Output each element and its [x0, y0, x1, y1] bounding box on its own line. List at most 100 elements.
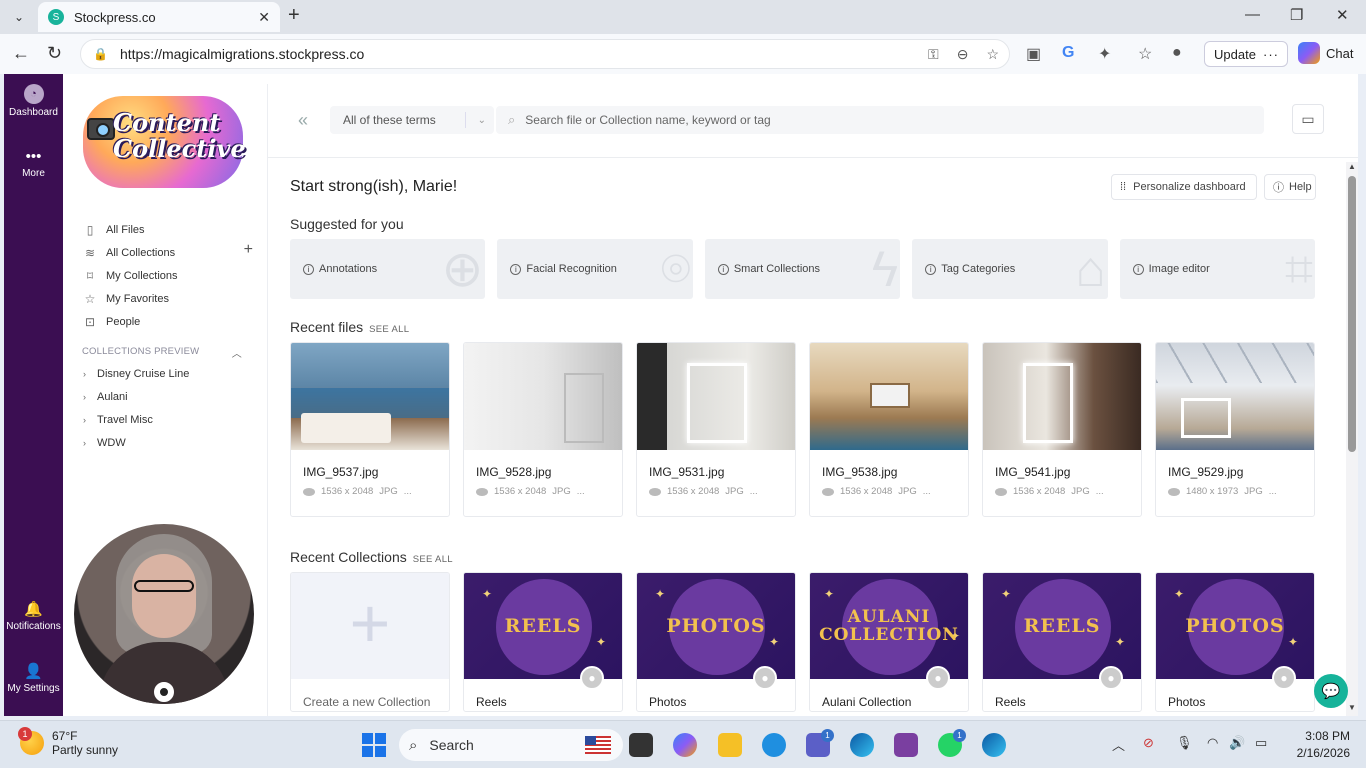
grid-icon: ⁞⁞ — [1120, 181, 1127, 193]
favorites-icon[interactable]: ☆ — [1138, 44, 1152, 64]
close-window-icon[interactable]: ✕ — [1336, 6, 1349, 24]
clipchamp-icon[interactable] — [894, 733, 918, 757]
update-button[interactable]: Update ··· — [1204, 41, 1288, 67]
help-button[interactable]: ⓘ Help — [1264, 174, 1316, 200]
personalize-dashboard-button[interactable]: ⁞⁞ Personalize dashboard — [1111, 174, 1257, 200]
scrollbar-thumb[interactable] — [1348, 176, 1356, 452]
collection-preview-item[interactable]: › Aulani — [83, 385, 243, 408]
sidebar-item-all-collections[interactable]: ≋ All Collections + — [83, 241, 253, 264]
sidebar-item-all-files[interactable]: ▯ All Files — [83, 218, 253, 241]
help-app-icon[interactable] — [762, 733, 786, 757]
whatsapp-icon[interactable]: 1 — [938, 729, 966, 757]
recent-collections-see-all-link[interactable]: SEE ALL — [413, 554, 453, 565]
search-terms-select[interactable]: All of these terms ⌄ — [330, 106, 494, 134]
file-card[interactable]: IMG_9529.jpg 1480 x 1973 JPG... — [1155, 342, 1315, 517]
file-card[interactable]: IMG_9537.jpg 1536 x 2048 JPG... — [290, 342, 450, 517]
collection-card[interactable]: ✦ ✦ REELS ● Reels — [982, 572, 1142, 712]
suggestion-facial-recognition[interactable]: i Facial Recognition ⌾ — [497, 239, 693, 299]
collection-card[interactable]: ✦ ✦ REELS ● Reels — [463, 572, 623, 712]
add-collection-icon[interactable]: + — [244, 241, 253, 259]
main-scrollbar[interactable]: ▲ ▼ — [1346, 162, 1358, 716]
edge-profile-icon[interactable] — [982, 733, 1006, 757]
extensions-puzzle-icon[interactable]: ✦ — [1098, 44, 1111, 64]
chevron-up-icon[interactable]: ︿ — [1112, 735, 1125, 754]
microphone-icon[interactable]: 🎙 — [1176, 735, 1193, 751]
copilot-icon — [1298, 42, 1320, 64]
suggestion-annotations[interactable]: i Annotations ⊕ — [290, 239, 486, 299]
support-chat-button[interactable]: 💬 — [1314, 674, 1348, 708]
copilot-chat-button[interactable]: Chat — [1298, 42, 1353, 64]
close-tab-icon[interactable]: ✕ — [258, 9, 270, 26]
collection-card[interactable]: ✦ ✦ AULANI COLLECTION ● Aulani Collection — [809, 572, 969, 712]
scroll-down-icon[interactable]: ▼ — [1348, 703, 1356, 712]
search-terms-value: All of these terms — [343, 113, 436, 127]
volume-icon[interactable]: 🔊 — [1229, 735, 1245, 751]
refresh-icon[interactable]: ↻ — [47, 43, 62, 64]
google-extension-icon[interactable]: G — [1062, 44, 1074, 62]
sidebar-item-my-collections[interactable]: ⌑ My Collections — [83, 264, 253, 287]
collection-preview-item[interactable]: › Travel Misc — [83, 408, 243, 431]
rail-more[interactable]: ••• More — [4, 148, 63, 179]
collection-preview-item[interactable]: › Disney Cruise Line — [83, 362, 243, 385]
key-icon[interactable]: ⚿ — [928, 46, 939, 63]
more-options-icon[interactable]: ··· — [1263, 47, 1279, 62]
recent-files-see-all-link[interactable]: SEE ALL — [369, 324, 409, 335]
tab-actions-menu-icon[interactable]: ⌄ — [6, 5, 32, 29]
system-clock[interactable]: 3:08 PM 2/16/2026 — [1290, 728, 1350, 762]
weather-widget[interactable]: 1 67°F Partly sunny — [18, 727, 118, 757]
profile-avatar-icon[interactable]: ● — [1172, 44, 1182, 62]
collections-preview-header[interactable]: COLLECTIONS PREVIEW ︿ — [82, 345, 242, 360]
wifi-icon[interactable]: ◠ — [1207, 735, 1218, 751]
collapse-sidebar-icon[interactable]: « — [298, 110, 308, 131]
minimize-icon[interactable]: — — [1245, 6, 1260, 23]
rail-notifications[interactable]: 🔔 Notifications — [4, 600, 63, 632]
url-text: https://magicalmigrations.stockpress.co — [119, 46, 365, 62]
back-icon[interactable]: ← — [12, 43, 30, 64]
create-collection-card[interactable]: + Create a new Collection — [290, 572, 450, 712]
file-card[interactable]: IMG_9531.jpg 1536 x 2048 JPG... — [636, 342, 796, 517]
file-card[interactable]: IMG_9538.jpg 1536 x 2048 JPG... — [809, 342, 969, 517]
chevron-down-icon: ⌄ — [477, 114, 486, 126]
file-card[interactable]: IMG_9541.jpg 1536 x 2048 JPG... — [982, 342, 1142, 517]
restore-icon[interactable]: ❐ — [1290, 6, 1303, 24]
content-collective-logo[interactable]: Content Collective — [83, 96, 246, 188]
folder-view-button[interactable]: ▭ — [1292, 104, 1324, 134]
chevron-up-icon[interactable]: ︿ — [232, 345, 242, 360]
security-icon[interactable]: ⊘ — [1143, 735, 1154, 751]
collection-card[interactable]: ✦ ✦ PHOTOS ● Photos — [636, 572, 796, 712]
favorite-star-icon[interactable]: ☆ — [986, 46, 999, 63]
taskbar-search[interactable]: ⌕ Search — [399, 729, 623, 761]
file-explorer-icon[interactable] — [718, 733, 742, 757]
folder-icon: ▭ — [1301, 110, 1315, 127]
file-thumbnail — [291, 343, 449, 450]
collection-preview-item[interactable]: › WDW — [83, 431, 243, 454]
collection-card[interactable]: ✦ ✦ PHOTOS ● Photos — [1155, 572, 1315, 712]
search-placeholder: Search file or Collection name, keyword … — [525, 113, 771, 127]
copilot-app-icon[interactable] — [673, 733, 697, 757]
file-card[interactable]: IMG_9528.jpg 1536 x 2048 JPG... — [463, 342, 623, 517]
sidebar-item-people[interactable]: ⊡ People — [83, 310, 253, 333]
task-view-icon[interactable] — [629, 733, 653, 757]
rail-settings[interactable]: 👤 My Settings — [4, 662, 63, 694]
teams-icon[interactable]: 1 — [806, 729, 834, 757]
browser-tab[interactable]: S Stockpress.co ✕ — [38, 2, 280, 32]
suggestion-smart-collections[interactable]: i Smart Collections ϟ — [704, 239, 901, 299]
sidebar-item-my-favorites[interactable]: ☆ My Favorites — [83, 287, 253, 310]
scroll-up-icon[interactable]: ▲ — [1348, 162, 1356, 171]
stockpress-app: ◔ Dashboard ••• More 🔔 Notifications 👤 M… — [4, 74, 1358, 716]
edge-icon[interactable] — [850, 733, 874, 757]
info-icon: i — [510, 263, 522, 275]
webcam-control-dot[interactable] — [154, 682, 174, 702]
extension-icon[interactable]: ▣ — [1026, 44, 1041, 64]
rail-dashboard[interactable]: ◔ Dashboard — [4, 84, 63, 118]
search-input[interactable]: ⌕ Search file or Collection name, keywor… — [496, 106, 1264, 134]
start-button[interactable] — [362, 733, 386, 757]
suggestion-image-editor[interactable]: i Image editor ⌗ — [1119, 239, 1316, 299]
url-field[interactable]: 🔒 https://magicalmigrations.stockpress.c… — [80, 39, 1010, 69]
suggestion-tag-categories[interactable]: i Tag Categories ⌂ — [912, 239, 1108, 299]
layers-icon: ≋ — [84, 245, 96, 260]
zoom-icon[interactable]: ⊖ — [957, 46, 969, 63]
new-tab-icon[interactable]: + — [288, 4, 300, 27]
sidebar-item-label: All Collections — [106, 246, 176, 259]
battery-icon[interactable]: ▭ — [1255, 735, 1267, 751]
